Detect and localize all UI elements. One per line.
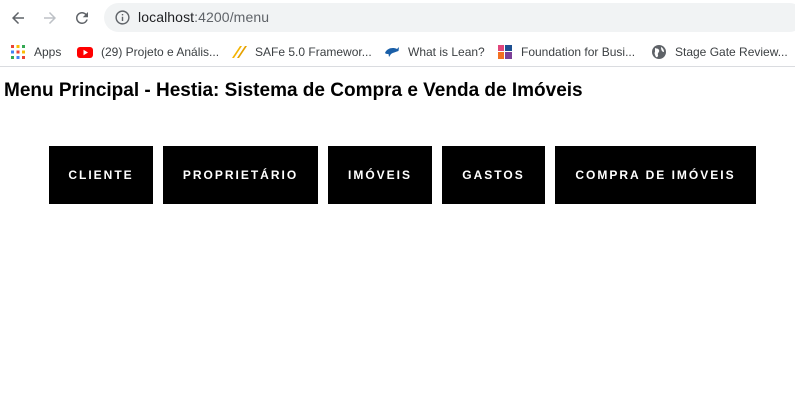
url-host: localhost [138,9,195,25]
proprietario-button[interactable]: PROPRIETÁRIO [163,146,318,204]
page-title: Menu Principal - Hestia: Sistema de Comp… [4,80,583,101]
bookmark-apps[interactable]: Apps [10,36,61,67]
apps-grid-icon [10,44,26,60]
bookmark-lean[interactable]: What is Lean? [384,36,485,67]
bookmark-youtube[interactable]: (29) Projeto e Anális... [77,36,219,67]
bookmarks-bar: Apps (29) Projeto e Anális... SAFe 5.0 F… [0,36,795,67]
dolphin-icon [384,44,400,60]
url-path: :4200/menu [194,9,270,25]
info-icon[interactable] [114,9,131,26]
youtube-icon [77,44,93,60]
url-text[interactable]: localhost:4200/menu [138,9,269,25]
bookmark-label: Foundation for Busi... [521,44,636,59]
browser-toolbar: localhost:4200/menu [0,0,795,36]
pmi-icon [497,43,513,60]
forward-icon[interactable] [38,6,62,30]
address-bar[interactable]: localhost:4200/menu [104,3,795,32]
bookmark-label: What is Lean? [408,44,485,59]
gastos-button[interactable]: GASTOS [442,146,545,204]
cliente-button[interactable]: CLIENTE [49,146,153,204]
imoveis-button[interactable]: IMÓVEIS [328,146,432,204]
bookmark-label: SAFe 5.0 Framewor... [255,44,372,59]
safe-icon [231,44,247,60]
bookmark-stage-gate[interactable]: Stage Gate Review... [651,36,788,67]
compra-de-imoveis-button[interactable]: COMPRA DE IMÓVEIS [555,146,756,204]
bookmark-label: Apps [34,44,62,59]
bookmark-label: Stage Gate Review... [675,44,788,59]
reload-icon[interactable] [70,6,94,30]
bookmark-safe[interactable]: SAFe 5.0 Framewor... [231,36,372,67]
globe-icon [651,44,667,60]
bookmark-foundation[interactable]: Foundation for Busi... [497,36,635,67]
back-icon[interactable] [6,6,30,30]
bookmark-label: (29) Projeto e Anális... [101,44,220,59]
